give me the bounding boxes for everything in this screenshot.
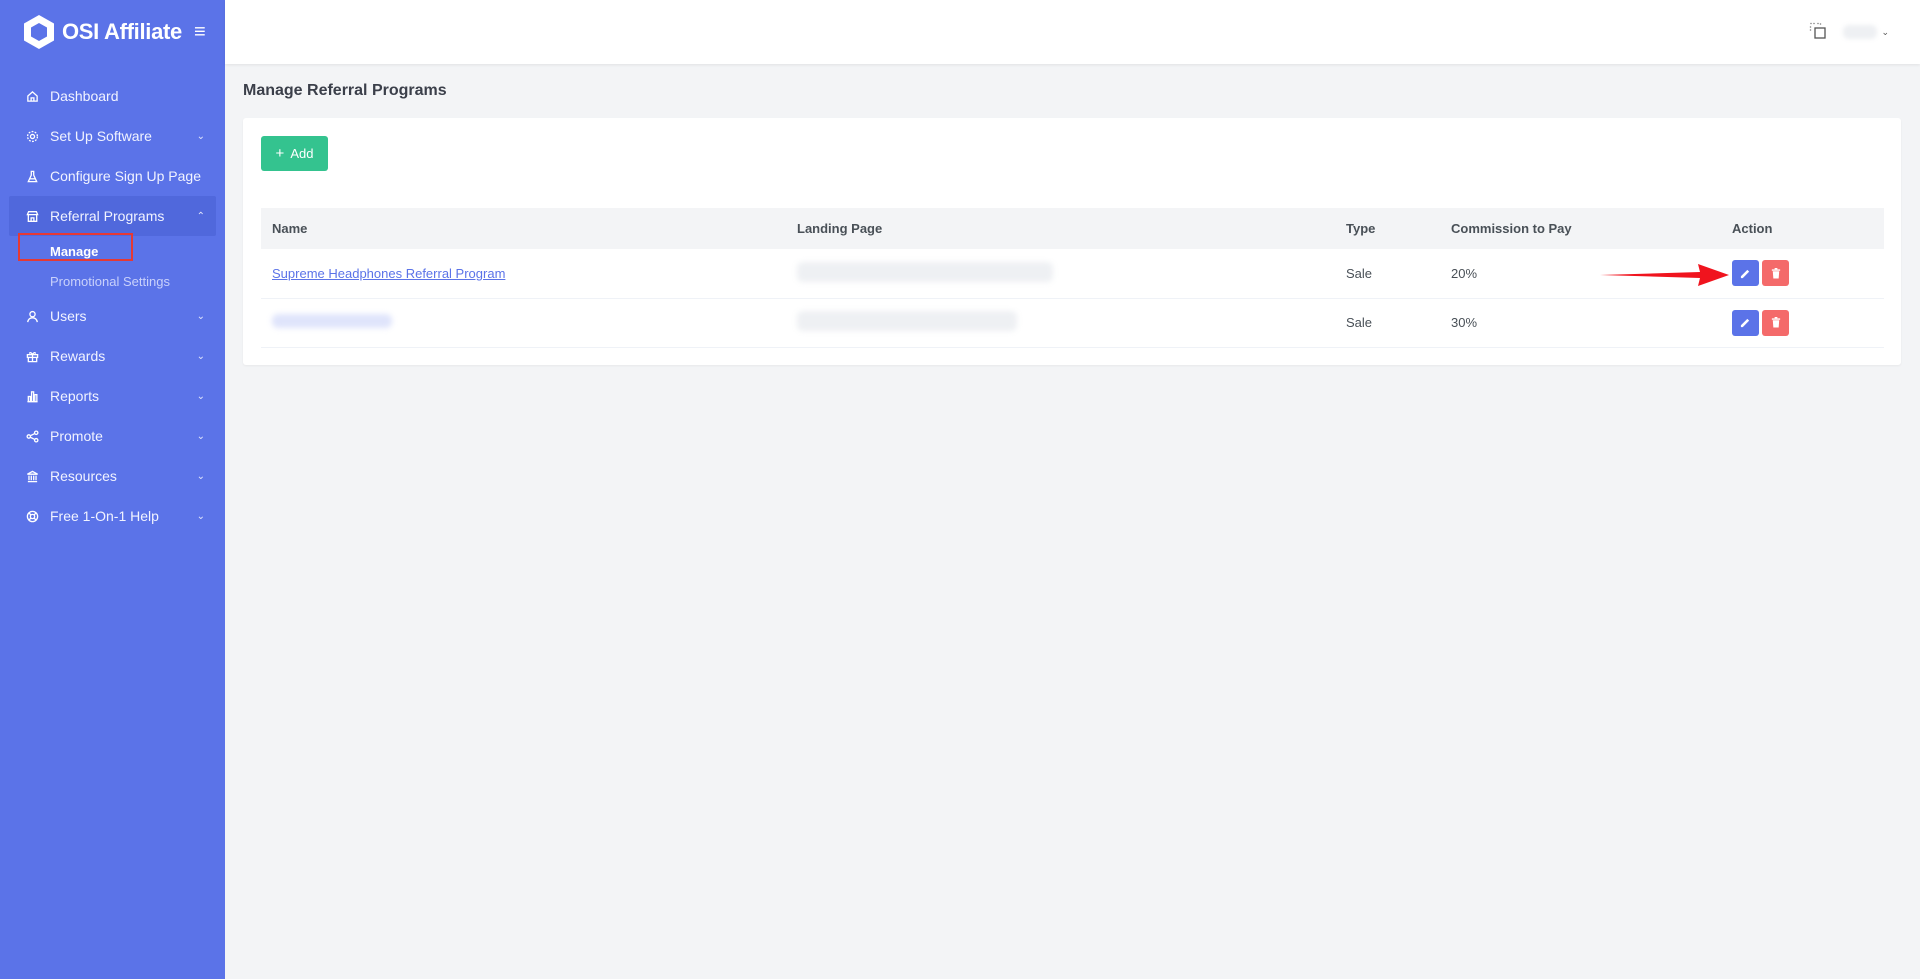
store-icon [25,209,39,223]
sidebar-item-referral-programs[interactable]: Referral Programs ⌃ [9,196,216,236]
share-icon [25,429,39,443]
sidebar: OSI Affiliate ≡ Dashboard Set Up Softwar… [0,0,225,979]
brand-name[interactable]: OSI Affiliate [62,19,182,45]
row-actions [1732,309,1884,336]
chevron-down-icon: ⌄ [196,390,205,402]
hamburger-menu-icon[interactable]: ≡ [194,21,206,44]
gift-icon [25,349,39,363]
add-button-label: Add [290,146,314,161]
chevron-down-icon: ⌄ [196,310,205,322]
sidebar-item-promote[interactable]: Promote ⌄ [0,416,225,456]
row-actions [1732,260,1884,287]
sidebar-item-label: Reports [50,388,100,404]
manage-highlight-box [18,233,133,261]
table-row: Sale 30% [261,298,1884,347]
lifebuoy-icon [25,509,39,523]
landing-page-url[interactable] [797,261,1053,282]
program-commission: 30% [1451,315,1478,330]
top-bar: ⌄ [225,0,1920,64]
sidebar-item-free-help[interactable]: Free 1-On-1 Help ⌄ [0,496,225,536]
red-arrow-annotation [1600,264,1729,286]
sidebar-item-label: Promote [50,428,103,444]
sidebar-item-set-up-software[interactable]: Set Up Software ⌄ [0,116,225,156]
sidebar-item-label: Referral Programs [50,208,165,224]
header-commission: Commission to Pay [1451,221,1572,236]
header-landing-page: Landing Page [797,221,883,236]
sidebar-item-label: Free 1-On-1 Help [50,508,159,524]
add-button[interactable]: + Add [261,136,328,171]
chevron-down-icon: ⌄ [196,130,205,142]
chevron-up-icon: ⌃ [196,210,205,222]
referral-programs-card: + Add Name Landing Page Type Commission … [243,118,1901,365]
brand: OSI Affiliate ≡ [0,0,225,64]
home-icon [25,89,39,103]
page-title: Manage Referral Programs [243,82,447,99]
chevron-down-icon: ⌄ [196,430,205,442]
header-action: Action [1732,221,1773,236]
program-name-link[interactable]: Supreme Headphones Referral Program [272,266,505,281]
flask-icon [25,169,39,183]
sidebar-item-label: Resources [50,468,117,484]
plus-icon: + [275,145,285,162]
edit-button[interactable] [1732,309,1759,336]
osi-logo-icon[interactable] [22,14,56,50]
sidebar-item-dashboard[interactable]: Dashboard [0,76,225,116]
chevron-down-icon: ⌄ [196,470,205,482]
header-type: Type [1346,221,1376,236]
trash-icon [1771,317,1780,328]
sidebar-item-label: Configure Sign Up Page [50,168,201,184]
sidebar-item-label: Rewards [50,348,106,364]
program-type: Sale [1346,265,1373,281]
header-name: Name [272,221,308,236]
delete-button[interactable] [1762,260,1789,287]
sidebar-item-configure-sign-up-page[interactable]: Configure Sign Up Page [0,156,225,196]
pencil-icon [1740,269,1750,278]
sidebar-item-label: Dashboard [50,88,119,104]
trash-icon [1771,267,1780,279]
bar-chart-icon [25,389,39,403]
sidebar-item-reports[interactable]: Reports ⌄ [0,376,225,416]
avatar [1843,25,1878,39]
landing-page-url[interactable] [797,311,1017,331]
program-name-link[interactable] [272,314,392,328]
table-header-row: Name Landing Page Type Commission to Pay… [261,208,1884,249]
user-menu[interactable]: ⌄ [1843,22,1889,42]
sidebar-item-resources[interactable]: Resources ⌄ [0,456,225,496]
sidebar-item-users[interactable]: Users ⌄ [0,296,225,336]
chevron-down-icon: ⌄ [196,350,205,362]
sidebar-nav: Dashboard Set Up Software ⌄ Configure Si… [0,76,225,536]
program-type: Sale [1346,315,1373,330]
user-icon [25,309,39,323]
delete-button[interactable] [1762,309,1789,336]
sidebar-item-label: Users [50,308,87,324]
bank-icon [25,469,39,483]
fullscreen-icon[interactable] [1809,22,1827,40]
sidebar-item-label: Set Up Software [50,128,152,144]
gear-icon [25,129,39,143]
sidebar-subitem-promotional-settings[interactable]: Promotional Settings [50,266,225,296]
chevron-down-icon: ⌄ [196,510,205,522]
sidebar-item-rewards[interactable]: Rewards ⌄ [0,336,225,376]
pencil-icon [1740,318,1750,328]
edit-button[interactable] [1732,260,1759,287]
chevron-down-icon: ⌄ [1881,26,1889,37]
